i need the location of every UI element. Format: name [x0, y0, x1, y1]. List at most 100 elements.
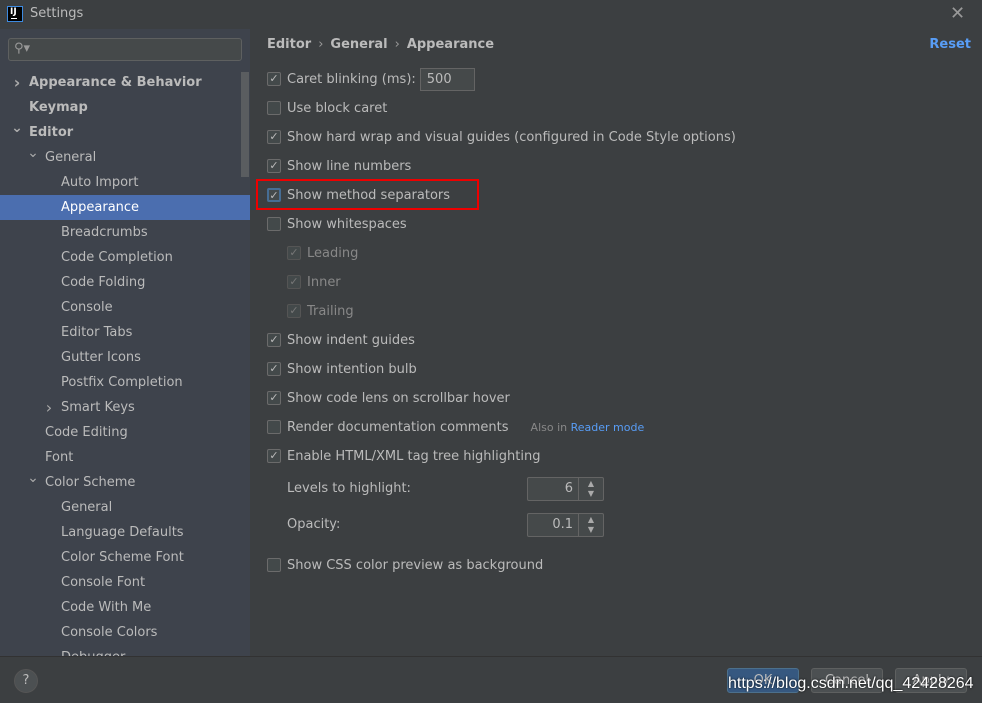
sidebar-item-label: Smart Keys	[61, 400, 135, 415]
checkbox[interactable]	[267, 557, 281, 572]
sidebar-item-label: Color Scheme Font	[61, 550, 184, 565]
sidebar-item-label: General	[45, 150, 97, 165]
checkbox-checked[interactable]: ✓	[287, 303, 301, 318]
caret-blink-input[interactable]: 500	[419, 68, 475, 91]
watermark-text: https://blog.csdn.net/qq_42428264	[728, 675, 974, 692]
option-row[interactable]: ✓ Show indent guides	[267, 330, 415, 352]
sidebar-item[interactable]: ⌄ General	[0, 145, 250, 170]
app-logo-icon: IJ	[7, 6, 23, 22]
option-row[interactable]: ✓ Show code lens on scrollbar hover	[267, 388, 510, 410]
sidebar-item[interactable]: Code Folding	[0, 270, 250, 295]
checkbox-checked[interactable]: ✓	[267, 448, 281, 463]
option-label: Show indent guides	[287, 333, 415, 348]
sidebar-item[interactable]: Code Editing	[0, 420, 250, 445]
sidebar-item[interactable]: Editor Tabs	[0, 320, 250, 345]
breadcrumb-item: Appearance	[406, 37, 495, 52]
option-label: Show line numbers	[287, 159, 412, 174]
option-row[interactable]: Show whitespaces	[267, 214, 407, 236]
checkbox-checked[interactable]: ✓	[267, 158, 281, 173]
spinner-arrows-icon[interactable]: ▲ ▼	[578, 478, 603, 500]
breadcrumb-item[interactable]: Editor	[267, 37, 311, 52]
option-row[interactable]: Render documentation comments Also in Rea…	[267, 417, 644, 439]
sidebar-item-label: Breadcrumbs	[61, 225, 148, 240]
chevron-down-icon[interactable]: ⌄	[26, 466, 40, 491]
opacity-value[interactable]: 0.1	[552, 514, 573, 536]
sidebar-item-label: Editor Tabs	[61, 325, 133, 340]
option-row[interactable]: ✓ Show intention bulb	[267, 359, 417, 381]
sidebar-item[interactable]: Keymap	[0, 95, 250, 120]
sidebar-item[interactable]: › Smart Keys	[0, 395, 250, 420]
highlight-annotation-box	[256, 179, 479, 210]
sidebar-item-label: Font	[45, 450, 74, 465]
search-input[interactable]: ⚲▾	[8, 38, 242, 61]
option-row[interactable]: Use block caret	[267, 98, 387, 120]
window-title: Settings	[30, 6, 84, 21]
option-label: Leading	[307, 246, 359, 261]
sidebar-item-label: Postfix Completion	[61, 375, 183, 390]
checkbox[interactable]	[267, 100, 281, 115]
option-row[interactable]: ✓ Show hard wrap and visual guides (confi…	[267, 127, 736, 149]
breadcrumb-item[interactable]: General	[330, 37, 387, 52]
chevron-down-icon[interactable]: ⌄	[10, 116, 24, 141]
sidebar-item[interactable]: Gutter Icons	[0, 345, 250, 370]
opacity-spinner[interactable]: 0.1 ▲ ▼	[527, 513, 604, 537]
option-row[interactable]: ✓ Leading	[287, 243, 358, 265]
breadcrumb: Editor › General › Appearance	[267, 37, 495, 52]
reset-link[interactable]: Reset	[929, 37, 971, 52]
checkbox-checked[interactable]: ✓	[287, 274, 301, 289]
sidebar-item-label: Code Folding	[61, 275, 146, 290]
css-preview-option[interactable]: Show CSS color preview as background	[267, 555, 543, 577]
chevron-right-icon[interactable]: ›	[42, 395, 56, 420]
sidebar-item[interactable]: General	[0, 495, 250, 520]
option-label: Trailing	[307, 304, 354, 319]
reader-mode-link[interactable]: Reader mode	[571, 421, 645, 434]
levels-spinner[interactable]: 6 ▲ ▼	[527, 477, 604, 501]
option-row[interactable]: ✓ Show line numbers	[267, 156, 411, 178]
title-bar: IJ Settings ✕	[0, 0, 982, 29]
spinner-arrows-icon[interactable]: ▲ ▼	[578, 514, 603, 536]
option-row[interactable]: ✓ Trailing	[287, 301, 354, 323]
sidebar-item[interactable]: Appearance	[0, 195, 250, 220]
checkbox[interactable]	[267, 216, 281, 231]
sidebar-item[interactable]: Code Completion	[0, 245, 250, 270]
sidebar-item[interactable]: Language Defaults	[0, 520, 250, 545]
checkbox-checked[interactable]: ✓	[267, 390, 281, 405]
sidebar-item-label: Appearance	[61, 200, 140, 215]
checkbox-checked[interactable]: ✓	[267, 332, 281, 347]
sidebar-item[interactable]: Console Font	[0, 570, 250, 595]
sidebar-item[interactable]: › Appearance & Behavior	[0, 70, 250, 95]
opacity-row: Opacity: 0.1 ▲ ▼	[287, 513, 604, 537]
sidebar-item-label: Appearance & Behavior	[29, 75, 202, 90]
settings-panel: Editor › General › Appearance Reset ✓ Caret b…	[250, 29, 982, 656]
option-row[interactable]: ✓ Inner	[287, 272, 341, 294]
sidebar-item-label: Debugger	[61, 645, 125, 656]
checkbox-checked[interactable]: ✓	[267, 71, 281, 86]
checkbox-checked[interactable]: ✓	[287, 245, 301, 260]
levels-value[interactable]: 6	[565, 478, 573, 500]
also-in-text: Also in	[530, 421, 568, 434]
checkbox-checked[interactable]: ✓	[267, 129, 281, 144]
sidebar-item[interactable]: Console Colors	[0, 620, 250, 645]
checkbox[interactable]	[267, 419, 281, 434]
sidebar-item[interactable]: Breadcrumbs	[0, 220, 250, 245]
sidebar-item[interactable]: Console	[0, 295, 250, 320]
sidebar-item[interactable]: ⌄ Color Scheme	[0, 470, 250, 495]
option-row[interactable]: ✓ Enable HTML/XML tag tree highlighting	[267, 446, 540, 468]
option-label: Caret blinking (ms):	[287, 72, 416, 87]
also-in-hint: Also in Reader mode	[531, 421, 645, 434]
sidebar-item[interactable]: Code With Me	[0, 595, 250, 620]
sidebar-item[interactable]: Debugger	[0, 645, 250, 656]
sidebar-item[interactable]: Auto Import	[0, 170, 250, 195]
sidebar-item[interactable]: Color Scheme Font	[0, 545, 250, 570]
sidebar-item-label: Auto Import	[61, 175, 139, 190]
checkbox-checked[interactable]: ✓	[267, 361, 281, 376]
sidebar-item-label: General	[61, 500, 113, 515]
search-icon: ⚲▾	[14, 41, 31, 56]
close-icon[interactable]: ✕	[950, 3, 965, 24]
sidebar-scrollbar[interactable]	[241, 72, 249, 177]
option-row[interactable]: ✓ Caret blinking (ms): 500	[267, 68, 475, 91]
chevron-down-icon[interactable]: ⌄	[26, 141, 40, 166]
help-button[interactable]: ?	[14, 669, 38, 693]
sidebar-item[interactable]: Postfix Completion	[0, 370, 250, 395]
chevron-right-icon[interactable]: ›	[10, 70, 24, 95]
